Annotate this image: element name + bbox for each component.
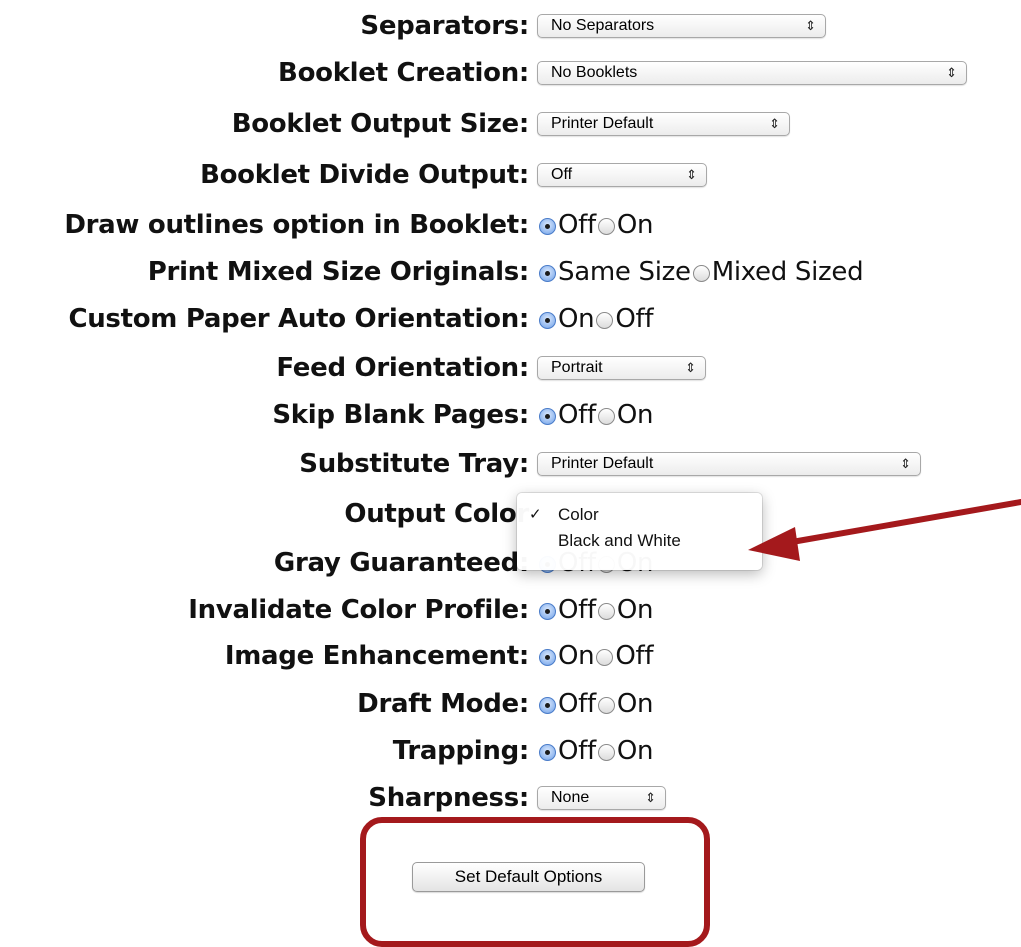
set-default-options-button[interactable]: Set Default Options [412, 862, 645, 892]
callout-arrow-icon [748, 499, 1021, 561]
